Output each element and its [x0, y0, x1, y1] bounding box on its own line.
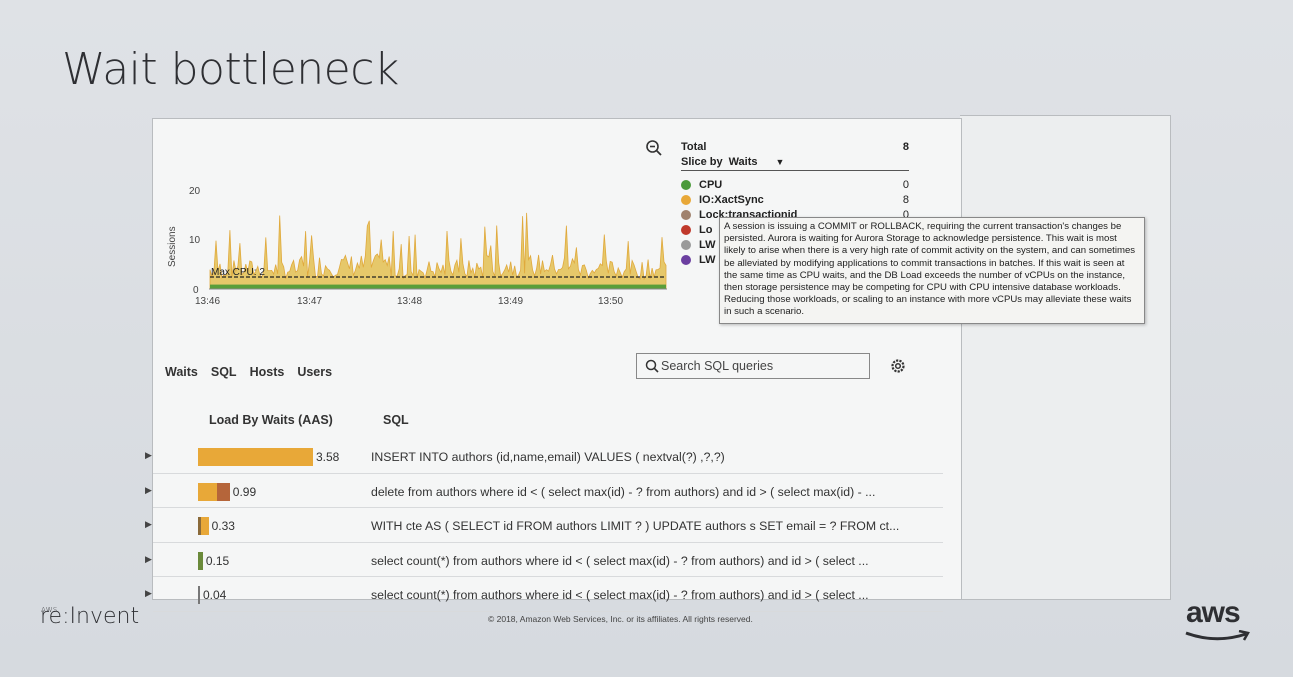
legend-item-value: 0: [902, 178, 909, 191]
slide-title: Wait bottleneck: [62, 44, 399, 95]
load-bar: [198, 482, 230, 501]
reinvent-logo: AWS re:Invent: [40, 604, 139, 629]
y-tick-20: 20: [189, 186, 201, 197]
max-cpu-label: Max CPU: 2: [211, 267, 265, 278]
col-header-sql[interactable]: SQL: [383, 413, 409, 427]
tab-waits[interactable]: Waits: [165, 365, 198, 379]
expand-row-icon[interactable]: ▶: [145, 588, 152, 599]
chevron-down-icon: ▼: [775, 157, 785, 167]
load-bar: [198, 448, 313, 466]
sql-table: ▶ 3.58 INSERT INTO authors (id,name,email)…: [145, 439, 943, 612]
legend-color-dot: [681, 209, 691, 220]
aws-logo: aws: [1185, 596, 1250, 641]
sql-text[interactable]: delete from authors where id < ( select …: [371, 485, 941, 499]
gear-icon[interactable]: [889, 357, 907, 375]
expand-row-icon[interactable]: ▶: [145, 519, 152, 530]
search-placeholder: Search SQL queries: [661, 359, 774, 373]
legend-item[interactable]: IO:XactSync 8: [681, 192, 909, 207]
load-bar: [198, 517, 209, 535]
wait-description-tooltip: A session is issuing a COMMIT or ROLLBAC…: [719, 217, 1145, 324]
x-tick-1349: 13:49: [498, 296, 523, 307]
aws-logo-text: aws: [1186, 596, 1241, 629]
slice-by-dropdown[interactable]: Slice by Waits ▼: [681, 154, 909, 171]
legend-color-dot: [681, 179, 691, 190]
slide: Wait bottleneck Sessions 20 10 0 Max CPU…: [0, 0, 1293, 677]
load-value: 0.04: [203, 588, 227, 602]
legend-color-dot: [681, 194, 691, 205]
legend-color-dot: [681, 239, 691, 250]
aws-smile-icon: [1185, 630, 1250, 641]
col-header-load[interactable]: Load By Waits (AAS): [209, 413, 333, 427]
performance-insights-panel: Sessions 20 10 0 Max CPU: 2 13:46 13:47 …: [145, 118, 1145, 612]
load-bar-segment: [198, 448, 313, 466]
legend-color-dot: [681, 224, 691, 235]
load-value: 0.15: [205, 553, 230, 568]
slice-by-value: Waits: [728, 156, 758, 168]
copyright: © 2018, Amazon Web Services, Inc. or its…: [488, 614, 753, 624]
search-icon: [645, 359, 659, 373]
load-bar: [198, 586, 200, 604]
load-value: 0.99: [232, 484, 257, 499]
db-load-chart: Sessions 20 10 0 Max CPU: 2 13:46 13:47 …: [167, 186, 667, 307]
x-tick-1350: 13:50: [598, 296, 623, 307]
expand-row-icon[interactable]: ▶: [145, 450, 152, 461]
legend-total-label: Total: [681, 140, 707, 153]
tab-hosts[interactable]: Hosts: [250, 365, 285, 379]
load-bar-segment: [198, 586, 200, 604]
x-tick-1348: 13:48: [397, 296, 422, 307]
sql-text[interactable]: select count(*) from authors where id < …: [371, 554, 941, 568]
load-bar-segment: [198, 551, 203, 570]
series-cpu-area: [210, 284, 666, 289]
expand-row-icon[interactable]: ▶: [145, 485, 152, 496]
table-row[interactable]: ▶ 0.04 select count(*) from authors where …: [145, 577, 943, 612]
load-value: 3.58: [316, 450, 340, 464]
zoom-out-icon[interactable]: [645, 139, 663, 157]
x-tick-1347: 13:47: [297, 296, 322, 307]
x-tick-1346: 13:46: [195, 296, 220, 307]
legend-item[interactable]: CPU 0: [681, 177, 909, 192]
search-sql-input[interactable]: Search SQL queries: [636, 353, 870, 379]
y-tick-10: 10: [189, 235, 201, 246]
expand-row-icon[interactable]: ▶: [145, 554, 152, 565]
sql-text[interactable]: select count(*) from authors where id < …: [371, 588, 941, 602]
table-row[interactable]: ▶ 0.15 select count(*) from authors where …: [145, 543, 943, 577]
tab-sql[interactable]: SQL: [211, 365, 237, 379]
legend-item-value: 8: [902, 193, 909, 206]
y-axis-label: Sessions: [167, 226, 178, 267]
legend-total-value: 8: [902, 140, 909, 153]
sql-text[interactable]: INSERT INTO authors (id,name,email) VALU…: [371, 450, 941, 464]
y-tick-0: 0: [193, 285, 199, 296]
load-value: 0.33: [211, 519, 235, 533]
legend-item-label: CPU: [699, 178, 723, 191]
sql-text[interactable]: WITH cte AS ( SELECT id FROM authors LIM…: [371, 519, 941, 533]
load-bar-segment: [217, 482, 230, 501]
dimension-tabs: Waits SQL Hosts Users: [165, 365, 345, 379]
legend-color-dot: [681, 254, 691, 265]
table-row[interactable]: ▶ 0.99 delete from authors where id < ( se…: [145, 474, 943, 508]
table-row[interactable]: ▶ 3.58 INSERT INTO authors (id,name,email)…: [145, 439, 943, 474]
reinvent-logo-aws: AWS: [41, 606, 58, 614]
right-panel: [960, 115, 1171, 600]
load-bar: [198, 551, 203, 570]
legend-item-label: IO:XactSync: [699, 193, 764, 206]
table-row[interactable]: ▶ 0.33 WITH cte AS ( SELECT id FROM author…: [145, 508, 943, 543]
legend-total-row: Total 8: [681, 139, 909, 154]
load-bar-segment: [198, 482, 218, 501]
tab-users[interactable]: Users: [297, 365, 332, 379]
load-bar-segment: [201, 517, 209, 535]
slice-by-label: Slice by: [681, 156, 723, 168]
